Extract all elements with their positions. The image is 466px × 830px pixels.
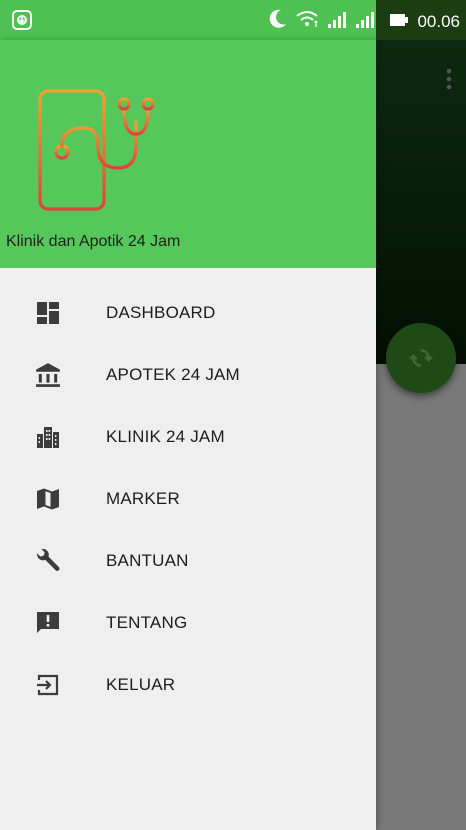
navigation-drawer: Klinik dan Apotik 24 Jam DASHBOARD APOTE… <box>0 40 376 830</box>
signal-icon <box>355 10 375 33</box>
drawer-header: Klinik dan Apotik 24 Jam <box>0 40 376 268</box>
download-notification-icon <box>12 10 32 35</box>
phone-stethoscope-icon <box>34 88 164 218</box>
drawer-menu: DASHBOARD APOTEK 24 JAM KLINIK 24 JAM MA… <box>0 282 376 716</box>
feedback-icon <box>34 609 62 637</box>
menu-item-klinik[interactable]: KLINIK 24 JAM <box>0 406 376 468</box>
dashboard-icon <box>34 299 62 327</box>
menu-item-label: KLINIK 24 JAM <box>106 427 225 446</box>
app-name: Klinik dan Apotik 24 Jam <box>6 233 181 250</box>
bank-icon <box>34 361 62 389</box>
menu-item-apotek[interactable]: APOTEK 24 JAM <box>0 344 376 406</box>
refresh-icon <box>409 349 433 367</box>
map-icon <box>34 485 62 513</box>
status-bar: 00.06 <box>0 0 466 40</box>
menu-item-marker[interactable]: MARKER <box>0 468 376 530</box>
refresh-fab <box>386 323 456 393</box>
background-map-area <box>376 40 466 364</box>
menu-item-label: MARKER <box>106 489 180 508</box>
menu-item-keluar[interactable]: KELUAR <box>0 654 376 716</box>
menu-item-label: APOTEK 24 JAM <box>106 365 240 384</box>
wifi-icon <box>295 9 319 34</box>
city-buildings-icon <box>34 423 62 451</box>
menu-item-dashboard[interactable]: DASHBOARD <box>0 282 376 344</box>
status-time: 00.06 <box>417 11 460 31</box>
menu-item-label: DASHBOARD <box>106 303 216 322</box>
menu-item-tentang[interactable]: TENTANG <box>0 592 376 654</box>
overflow-menu-icon <box>446 68 452 95</box>
menu-item-bantuan[interactable]: BANTUAN <box>0 530 376 592</box>
menu-item-label: BANTUAN <box>106 551 189 570</box>
moon-icon <box>269 9 287 34</box>
background-app <box>376 40 466 830</box>
wrench-icon <box>34 547 62 575</box>
signal-icon <box>327 10 347 33</box>
exit-icon <box>34 671 62 699</box>
menu-item-label: KELUAR <box>106 675 176 694</box>
battery-icon <box>389 12 409 32</box>
menu-item-label: TENTANG <box>106 613 188 632</box>
